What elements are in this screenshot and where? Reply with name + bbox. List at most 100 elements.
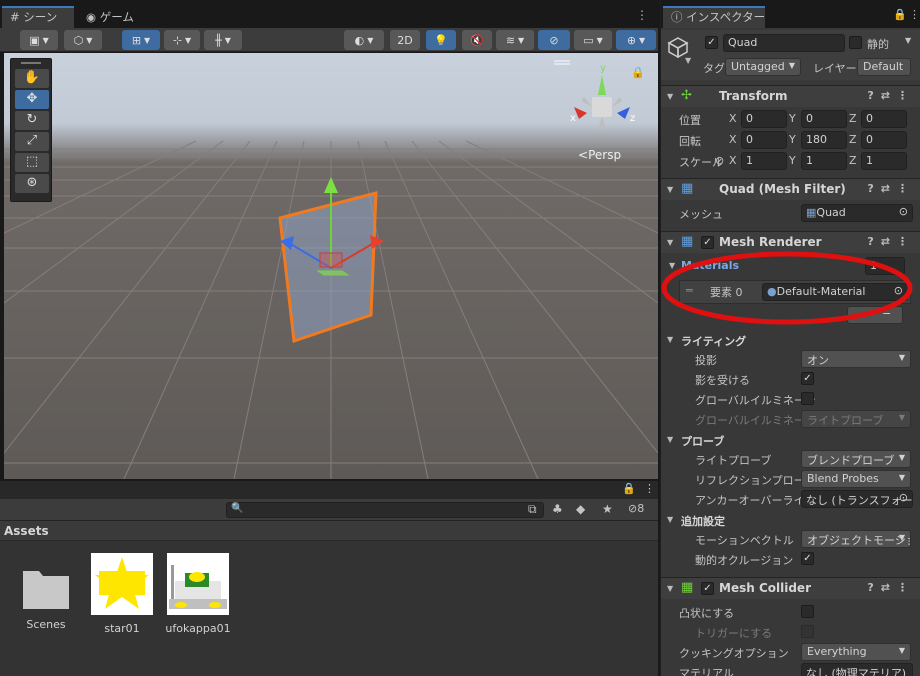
constrain-proportions-icon[interactable]: ⊘ — [715, 154, 724, 167]
additional-section-header[interactable]: ▼ 追加設定 — [661, 510, 920, 530]
object-name-field[interactable]: Quad — [723, 34, 845, 52]
transform-component-header[interactable]: ▼ ✢ Transform ?⇄⋮ — [661, 85, 920, 107]
position-y-field[interactable]: 0 — [801, 110, 847, 128]
presets-icon[interactable]: ⇄ — [881, 235, 897, 248]
visibility-toggle-button[interactable]: ⊘ — [538, 30, 570, 50]
more-menu-icon[interactable]: ⋮ — [897, 581, 915, 594]
lock-icon[interactable]: 🔒 — [893, 8, 907, 21]
meshfilter-component-header[interactable]: ▼ ▦ Quad (Mesh Filter) ?⇄⋮ — [661, 178, 920, 200]
draw-mode-button[interactable]: ▣ ▼ — [20, 30, 58, 50]
assets-label[interactable]: Assets — [4, 524, 49, 538]
help-icon[interactable]: ? — [867, 182, 880, 195]
move-gizmo-x-arrow[interactable] — [370, 235, 384, 249]
cast-shadows-dropdown[interactable]: オン ▼ — [801, 350, 911, 368]
gizmos-button[interactable]: ⊕ ▼ — [616, 30, 656, 50]
chevron-down-icon[interactable]: ▼ — [685, 56, 691, 65]
motion-vectors-dropdown[interactable]: オブジェクトモーション▼ — [801, 530, 911, 548]
object-picker-icon[interactable]: ⊙ — [899, 491, 908, 504]
render-paths-button[interactable]: ⬡ ▼ — [64, 30, 102, 50]
transform-tool-icon[interactable]: ⊛ — [15, 174, 49, 193]
move-gizmo-y-arrow[interactable] — [324, 177, 338, 193]
convex-checkbox[interactable] — [801, 605, 814, 618]
asset-item-star01[interactable]: star01 — [82, 553, 162, 635]
scale-tool-icon[interactable]: ⤢ — [15, 132, 49, 151]
asset-item-scenes[interactable]: Scenes — [6, 553, 86, 631]
axis-label-z[interactable]: Z — [849, 112, 857, 125]
lock-icon[interactable]: 🔒 — [622, 482, 636, 495]
presets-icon[interactable]: ⇄ — [881, 182, 897, 195]
camera-settings-button[interactable]: ▭ ▼ — [574, 30, 612, 50]
receive-shadows-checkbox[interactable]: ✓ — [801, 372, 814, 385]
enabled-checkbox[interactable]: ✓ — [701, 582, 714, 595]
reflection-probes-dropdown[interactable]: Blend Probes ▼ — [801, 470, 911, 488]
tag-dropdown[interactable]: Untagged ▼ — [725, 58, 801, 76]
axis-label-y[interactable]: Y — [789, 154, 796, 167]
tab-inspector[interactable]: ⓘ インスペクター — [663, 6, 765, 28]
chevron-down-icon[interactable]: ▼ — [905, 36, 911, 45]
more-menu-icon[interactable]: ⋮ — [897, 182, 915, 195]
presets-icon[interactable]: ⇄ — [881, 581, 897, 594]
presets-icon[interactable]: ⇄ — [881, 89, 897, 102]
tab-game[interactable]: ◉ ゲーム — [78, 6, 148, 28]
more-menu-icon[interactable]: ⋮ — [636, 8, 648, 22]
meshcollider-component-header[interactable]: ▼ ▦ ✓ Mesh Collider ?⇄⋮ — [661, 577, 920, 599]
help-icon[interactable]: ? — [867, 89, 880, 102]
help-icon[interactable]: ? — [867, 235, 880, 248]
pivot-mode-button[interactable]: ⊞ ▼ — [122, 30, 160, 50]
scale-x-field[interactable]: 1 — [741, 152, 787, 170]
collider-material-field[interactable]: なし (物理マテリア) — [801, 663, 913, 676]
scale-y-field[interactable]: 1 — [801, 152, 847, 170]
more-menu-icon[interactable]: ⋮ — [897, 235, 915, 248]
lighting-toggle-button[interactable]: 💡 — [426, 30, 456, 50]
scene-viewport[interactable]: y x z 🔒 ✋ ✥ ↻ ⤢ ⬚ ⊛ <Persp — [4, 53, 658, 479]
rect-tool-icon[interactable]: ⬚ — [15, 153, 49, 172]
more-menu-icon[interactable]: ⋮ — [909, 8, 920, 21]
hidden-packages-toggle[interactable]: ⊘8 — [628, 502, 644, 515]
move-tool-icon[interactable]: ✥ — [15, 90, 49, 109]
increment-snap-button[interactable]: ╫ ▼ — [204, 30, 242, 50]
axis-label-x[interactable]: X — [729, 112, 737, 125]
probes-section-header[interactable]: ▼ プローブ — [661, 430, 920, 450]
position-x-field[interactable]: 0 — [741, 110, 787, 128]
axis-label-y[interactable]: Y — [789, 133, 796, 146]
component-header-icons[interactable]: ?⇄⋮ — [867, 581, 915, 594]
dynamic-occlusion-checkbox[interactable]: ✓ — [801, 552, 814, 565]
orientation-gizmo[interactable] — [574, 75, 630, 129]
more-menu-icon[interactable]: ⋮ — [897, 89, 915, 102]
static-checkbox[interactable] — [849, 36, 862, 49]
active-checkbox[interactable]: ✓ — [705, 36, 718, 49]
asset-item-ufokappa01[interactable]: ufokappa01 — [158, 553, 238, 635]
layer-dropdown[interactable]: Default — [857, 58, 911, 76]
search-input[interactable]: 🔍 — [226, 502, 544, 518]
search-options-icon[interactable]: ⧉ — [528, 502, 537, 517]
shading-mode-button[interactable]: ◐ ▼ — [344, 30, 384, 50]
cooking-options-dropdown[interactable]: Everything ▼ — [801, 643, 911, 661]
toggle-2d-button[interactable]: 2D — [390, 30, 420, 50]
perspective-toggle[interactable]: <Persp — [578, 148, 621, 162]
axis-label-x[interactable]: X — [729, 154, 737, 167]
tab-scene[interactable]: # シーン — [2, 6, 74, 28]
mesh-object-field[interactable]: ▦Quad ⊙ — [801, 204, 913, 222]
anchor-object-field[interactable]: なし (トランスフォー... ⊙ — [801, 490, 913, 508]
grid-snap-button[interactable]: ⊹ ▼ — [164, 30, 200, 50]
axis-label-z[interactable]: Z — [849, 133, 857, 146]
rotation-x-field[interactable]: 0 — [741, 131, 787, 149]
rotate-tool-icon[interactable]: ↻ — [15, 111, 49, 130]
filter-label-icon[interactable]: ◆ — [576, 502, 585, 516]
favorites-star-icon[interactable]: ★ — [602, 502, 613, 516]
filter-type-icon[interactable]: ♣ — [552, 502, 563, 516]
lock-icon[interactable]: 🔒 — [631, 66, 645, 79]
position-z-field[interactable]: 0 — [861, 110, 907, 128]
effects-button[interactable]: ≋ ▼ — [496, 30, 534, 50]
axis-label-y[interactable]: Y — [789, 112, 796, 125]
more-menu-icon[interactable]: ⋮ — [644, 482, 655, 495]
audio-toggle-button[interactable]: 🔇 — [462, 30, 492, 50]
gi-checkbox[interactable] — [801, 392, 814, 405]
help-icon[interactable]: ? — [867, 581, 880, 594]
component-header-icons[interactable]: ?⇄⋮ — [867, 235, 915, 248]
scale-z-field[interactable]: 1 — [861, 152, 907, 170]
hand-tool-icon[interactable]: ✋ — [15, 69, 49, 88]
component-header-icons[interactable]: ?⇄⋮ — [867, 182, 915, 195]
component-header-icons[interactable]: ?⇄⋮ — [867, 89, 915, 102]
rotation-y-field[interactable]: 180 — [801, 131, 847, 149]
